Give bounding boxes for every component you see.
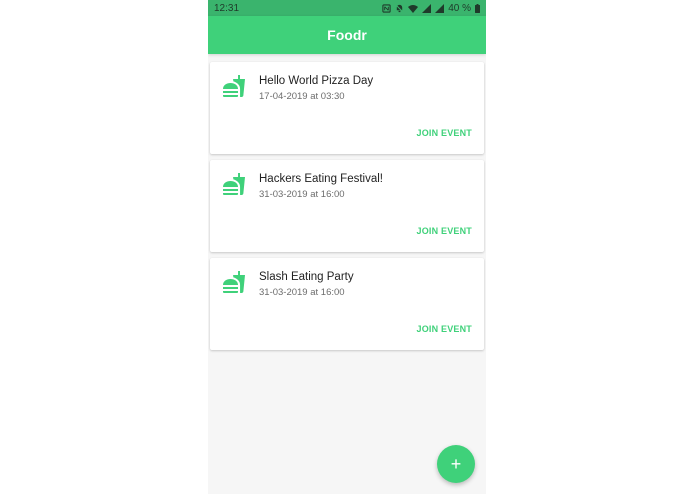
battery-icon bbox=[475, 3, 480, 13]
app-title: Foodr bbox=[327, 27, 367, 43]
join-event-button[interactable]: JOIN EVENT bbox=[416, 324, 472, 334]
signal-icon bbox=[422, 3, 432, 13]
event-date: 31-03-2019 at 16:00 bbox=[259, 189, 345, 200]
join-event-button[interactable]: JOIN EVENT bbox=[416, 128, 472, 138]
signal-icon-2 bbox=[435, 3, 445, 13]
add-icon: + bbox=[450, 453, 462, 474]
event-date: 17-04-2019 at 03:30 bbox=[259, 91, 345, 102]
event-title: Hackers Eating Festival! bbox=[259, 173, 383, 185]
add-event-button[interactable]: + bbox=[437, 445, 475, 483]
status-icons: 40 % bbox=[382, 3, 480, 14]
fastfood-icon bbox=[223, 173, 245, 195]
fastfood-icon bbox=[223, 75, 245, 97]
battery-percent: 40 % bbox=[448, 2, 471, 14]
phone-screen: 12:31 40 % Foodr Hello World Pizza Day 1… bbox=[208, 0, 486, 494]
event-list: Hello World Pizza Day 17-04-2019 at 03:3… bbox=[208, 54, 486, 350]
status-time: 12:31 bbox=[214, 2, 240, 14]
status-bar: 12:31 40 % bbox=[208, 0, 486, 16]
nfc-icon bbox=[382, 3, 391, 13]
fastfood-icon bbox=[223, 271, 245, 293]
event-card[interactable]: Hackers Eating Festival! 31-03-2019 at 1… bbox=[210, 160, 484, 252]
event-title: Slash Eating Party bbox=[259, 271, 354, 283]
join-event-button[interactable]: JOIN EVENT bbox=[416, 226, 472, 236]
event-card[interactable]: Slash Eating Party 31-03-2019 at 16:00 J… bbox=[210, 258, 484, 350]
event-card[interactable]: Hello World Pizza Day 17-04-2019 at 03:3… bbox=[210, 62, 484, 154]
wifi-icon bbox=[408, 4, 419, 13]
event-title: Hello World Pizza Day bbox=[259, 75, 374, 87]
bell-off-icon bbox=[395, 4, 404, 12]
event-date: 31-03-2019 at 16:00 bbox=[259, 287, 345, 298]
app-bar: Foodr bbox=[208, 16, 486, 54]
